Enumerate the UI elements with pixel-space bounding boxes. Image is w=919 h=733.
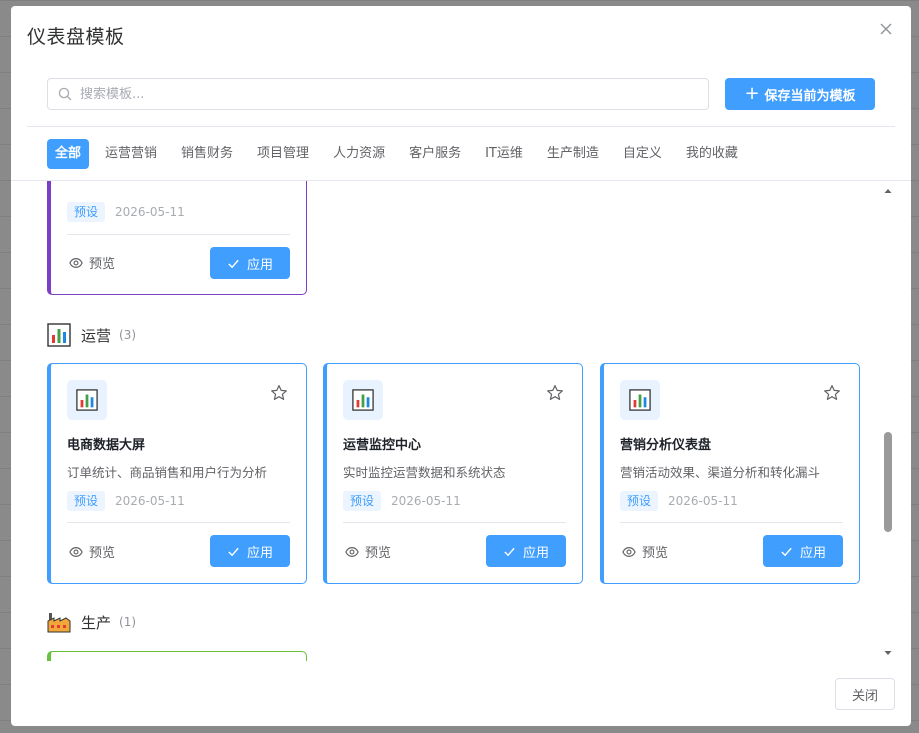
card-title: 电商数据大屏 <box>67 438 146 453</box>
tab-customer-service[interactable]: 客户服务 <box>401 139 469 169</box>
card-divider <box>620 522 843 523</box>
apply-label: 应用 <box>246 257 273 273</box>
divider <box>27 126 895 127</box>
scrollbar-thumb[interactable] <box>884 432 892 532</box>
card-date: 2026-05-11 <box>115 205 185 219</box>
preview-button[interactable]: 预览 <box>69 542 115 561</box>
card-thumbnail <box>343 380 383 420</box>
card-divider <box>67 234 290 235</box>
save-as-template-label: 保存当前为模板 <box>764 88 856 104</box>
eye-icon <box>622 546 636 557</box>
template-list: 预设 2026-05-11 预览 应用 运营 (3) 电商数据大屏 订单统计、商… <box>47 181 883 661</box>
search-box[interactable] <box>47 78 709 110</box>
tab-sales-finance[interactable]: 销售财务 <box>173 139 241 169</box>
dialog-title: 仪表盘模板 <box>27 26 125 48</box>
card-divider <box>343 522 566 523</box>
preset-tag: 预设 <box>67 491 106 511</box>
template-dialog: 仪表盘模板 + 保存当前为模板 全部 运营营销 销售财务 项目管理 人力资源 客… <box>11 6 911 726</box>
card-description: 订单统计、商品销售和用户行为分析 <box>67 465 268 480</box>
tab-human-resources[interactable]: 人力资源 <box>325 139 393 169</box>
template-card[interactable]: 营销分析仪表盘 营销活动效果、渠道分析和转化漏斗 预设 2026-05-11 预… <box>600 363 860 584</box>
apply-button[interactable]: 应用 <box>486 535 566 567</box>
preview-button[interactable]: 预览 <box>69 253 115 272</box>
plus-icon: + <box>744 83 760 104</box>
section-count: (1) <box>119 615 137 629</box>
scroll-down-icon[interactable] <box>884 649 892 657</box>
preview-label: 预览 <box>89 257 116 272</box>
section-header-operations: 运营 (3) <box>47 323 136 347</box>
category-tabs: 全部 运营营销 销售财务 项目管理 人力资源 客户服务 IT运维 生产制造 自定… <box>47 139 754 169</box>
check-icon <box>228 547 239 556</box>
eye-icon <box>69 257 83 268</box>
card-title: 运营监控中心 <box>343 438 422 453</box>
card-thumbnail <box>620 380 660 420</box>
card-description: 营销活动效果、渠道分析和转化漏斗 <box>620 465 821 480</box>
preview-label: 预览 <box>365 546 392 561</box>
apply-label: 应用 <box>799 545 826 561</box>
search-icon <box>58 87 72 101</box>
check-icon <box>504 547 515 556</box>
eye-icon <box>69 546 83 557</box>
scrollbar[interactable] <box>884 187 892 657</box>
section-title: 生产 <box>81 613 112 632</box>
tab-project-management[interactable]: 项目管理 <box>249 139 317 169</box>
eye-icon <box>345 546 359 557</box>
star-icon[interactable] <box>546 384 564 402</box>
preset-tag: 预设 <box>620 491 659 511</box>
preset-tag: 预设 <box>67 202 106 222</box>
card-date: 2026-05-11 <box>115 494 185 508</box>
preview-label: 预览 <box>642 546 669 561</box>
tab-favorites[interactable]: 我的收藏 <box>678 139 746 169</box>
card-description: 实时监控运营数据和系统状态 <box>343 465 506 480</box>
bar-chart-icon <box>629 389 651 411</box>
card-thumbnail <box>67 380 107 420</box>
section-count: (3) <box>119 328 137 342</box>
tab-custom[interactable]: 自定义 <box>615 139 670 169</box>
template-card[interactable]: 运营监控中心 实时监控运营数据和系统状态 预设 2026-05-11 预览 应用 <box>323 363 583 584</box>
card-date: 2026-05-11 <box>668 494 738 508</box>
card-title: 营销分析仪表盘 <box>620 438 712 453</box>
card-date: 2026-05-11 <box>391 494 461 508</box>
close-icon[interactable] <box>877 20 895 38</box>
bar-chart-icon <box>76 389 98 411</box>
tab-operations-marketing[interactable]: 运营营销 <box>97 139 165 169</box>
check-icon <box>228 259 239 268</box>
apply-button[interactable]: 应用 <box>763 535 843 567</box>
tab-manufacturing[interactable]: 生产制造 <box>539 139 607 169</box>
apply-button[interactable]: 应用 <box>210 247 290 279</box>
factory-icon <box>47 613 71 633</box>
preview-button[interactable]: 预览 <box>622 542 668 561</box>
bar-chart-icon <box>352 389 374 411</box>
search-input[interactable] <box>80 86 708 102</box>
apply-button[interactable]: 应用 <box>210 535 290 567</box>
card-divider <box>67 522 290 523</box>
template-card-partial[interactable] <box>47 651 307 661</box>
check-icon <box>781 547 792 556</box>
star-icon[interactable] <box>270 384 288 402</box>
section-title: 运营 <box>81 326 112 345</box>
section-header-production: 生产 (1) <box>47 610 136 634</box>
save-as-template-button[interactable]: + 保存当前为模板 <box>725 78 875 110</box>
preview-label: 预览 <box>89 546 116 561</box>
apply-label: 应用 <box>246 545 273 561</box>
close-button[interactable]: 关闭 <box>835 678 895 710</box>
template-card[interactable]: 电商数据大屏 订单统计、商品销售和用户行为分析 预设 2026-05-11 预览… <box>47 363 307 584</box>
scroll-up-icon[interactable] <box>884 187 892 195</box>
tab-it-ops[interactable]: IT运维 <box>477 139 531 169</box>
bar-chart-icon <box>47 323 71 347</box>
star-icon[interactable] <box>823 384 841 402</box>
tab-all[interactable]: 全部 <box>47 139 90 169</box>
preset-tag: 预设 <box>343 491 382 511</box>
preview-button[interactable]: 预览 <box>345 542 391 561</box>
template-card-partial: 预设 2026-05-11 预览 应用 <box>47 181 307 295</box>
apply-label: 应用 <box>522 545 549 561</box>
